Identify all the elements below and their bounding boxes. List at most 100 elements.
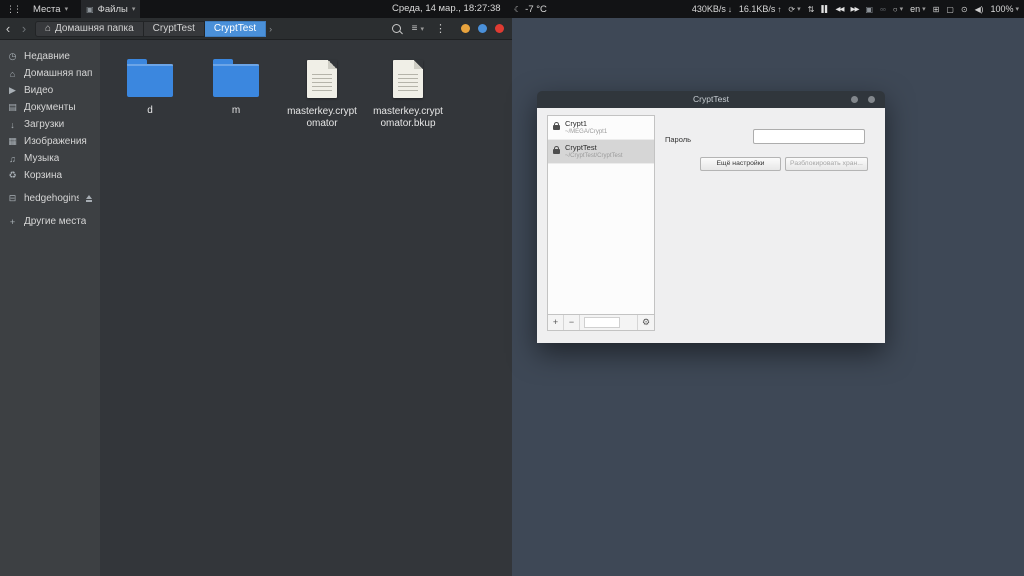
sidebar-item-home[interactable]: ⌂ Домашняя папка — [0, 65, 100, 82]
vault-list-spacer — [584, 317, 620, 328]
breadcrumb-home[interactable]: ⌂ Домашняя папка — [35, 21, 144, 37]
vault-list-toolbar: + − ⚙ — [547, 315, 655, 331]
sidebar-item-pictures[interactable]: ▦ Изображения — [0, 133, 100, 150]
file-item-masterkey-bkup[interactable]: masterkey.cryptomator.bkup — [372, 54, 444, 130]
refresh-indicator[interactable]: ⟳ ▾ — [788, 5, 800, 14]
tray-apps-icon[interactable]: ▫▫ — [880, 5, 886, 14]
display-settings-icon[interactable]: ▢ — [946, 5, 954, 14]
vault-path: ~/MEGA/Crypt1 — [565, 128, 651, 136]
download-arrow-icon: ↓ — [728, 5, 732, 14]
sidebar-item-label: Документы — [24, 102, 76, 113]
breadcrumb-parent-label: CryptTest — [153, 23, 195, 34]
places-menu[interactable]: Места ▾ — [28, 0, 73, 18]
net-down-value: 430KB/s — [692, 4, 726, 14]
close-button[interactable] — [868, 96, 875, 103]
screenshot-tool-icon[interactable]: ▣ — [866, 5, 874, 14]
cryptomator-body: Crypt1 ~/MEGA/Crypt1 CryptTest ~/CryptTe… — [537, 108, 885, 343]
vault-item-crypt1[interactable]: Crypt1 ~/MEGA/Crypt1 — [548, 116, 654, 140]
weather-widget[interactable]: ☾ -7 °C — [514, 0, 547, 18]
sidebar-item-other-locations[interactable]: + Другие места — [0, 213, 100, 230]
videos-icon: ▶ — [7, 85, 18, 96]
applications-grid-icon[interactable]: ⋮⋮ — [6, 4, 20, 15]
vault-name: CryptTest — [565, 143, 651, 152]
breadcrumb-current[interactable]: CryptTest — [205, 21, 266, 37]
file-item-folder-d[interactable]: d — [114, 54, 186, 117]
volume-indicator[interactable]: 100% ▾ — [990, 4, 1019, 14]
vault-item-crypttest[interactable]: CryptTest ~/CryptTest/CryptTest — [548, 140, 654, 164]
files-headerbar: ‹ › ⌂ Домашняя папка CryptTest CryptTest… — [0, 18, 512, 40]
sidebar-item-trash[interactable]: ♻ Корзина — [0, 167, 100, 184]
breadcrumb-home-label: Домашняя папка — [55, 23, 134, 34]
breadcrumb-current-label: CryptTest — [214, 23, 256, 34]
sidebar-item-videos[interactable]: ▶ Видео — [0, 82, 100, 99]
moon-icon: ☾ — [514, 5, 521, 14]
cryptomator-titlebar[interactable]: CryptTest — [537, 91, 885, 108]
sync-updown-icon[interactable]: ⇅ — [808, 5, 815, 14]
network-upload-indicator[interactable]: 16.1KB/s ↑ — [739, 4, 782, 14]
sidebar-item-music[interactable]: ♫ Музыка — [0, 150, 100, 167]
folder-icon — [127, 64, 173, 97]
sidebar-item-label: Домашняя папка — [24, 68, 93, 79]
sidebar-item-documents[interactable]: ▤ Документы — [0, 99, 100, 116]
unlock-vault-button[interactable]: Разблокировать хран... — [785, 157, 868, 171]
media-previous-button[interactable]: ◀◀ — [836, 5, 844, 13]
chevron-down-icon: ▾ — [797, 5, 801, 13]
chevron-down-icon: ▾ — [1015, 5, 1019, 13]
network-download-indicator[interactable]: 430KB/s ↓ — [692, 4, 732, 14]
file-item-folder-m[interactable]: m — [200, 54, 272, 117]
files-app-menu-label: Файлы — [98, 4, 128, 15]
breadcrumb-parent[interactable]: CryptTest — [144, 21, 205, 37]
media-next-button[interactable]: ▶▶ — [851, 5, 859, 13]
sidebar-item-mounted-drive[interactable]: ⊟ hedgehoginsp... — [0, 190, 100, 207]
file-item-masterkey[interactable]: masterkey.cryptomator — [286, 54, 358, 130]
keyring-icon[interactable]: ⊙ — [961, 5, 968, 14]
search-icon[interactable] — [392, 24, 401, 33]
home-icon: ⌂ — [7, 69, 18, 79]
files-app-icon: ▣ — [86, 5, 94, 14]
top-panel: ⋮⋮ Места ▾ ▣ Файлы ▾ Среда, 14 мар., 18:… — [0, 0, 1024, 18]
sidebar-item-label: Другие места — [24, 216, 86, 227]
breadcrumb: ⌂ Домашняя папка CryptTest CryptTest › — [35, 21, 272, 37]
maximize-button[interactable] — [478, 24, 487, 33]
window-menu-button[interactable]: ⋮ — [435, 22, 446, 35]
gear-icon[interactable]: ⚙ — [637, 315, 654, 330]
eject-icon[interactable] — [85, 195, 93, 202]
media-pause-button[interactable]: ▌▌ — [821, 6, 828, 13]
more-settings-button[interactable]: Ещё настройки — [700, 157, 781, 171]
password-label: Пароль — [665, 135, 691, 144]
document-icon — [307, 60, 337, 98]
window-title: CryptTest — [537, 91, 885, 108]
add-vault-button[interactable]: + — [548, 315, 564, 330]
back-button[interactable]: ‹ — [0, 19, 16, 39]
desktop: ⋮⋮ Места ▾ ▣ Файлы ▾ Среда, 14 мар., 18:… — [0, 0, 1024, 576]
remove-vault-button[interactable]: − — [564, 315, 580, 330]
minimize-button[interactable] — [461, 24, 470, 33]
keyboard-layout-indicator[interactable]: en ▾ — [910, 4, 926, 14]
file-name: d — [114, 105, 186, 117]
clock[interactable]: Среда, 14 мар., 18:27:38 — [392, 0, 501, 18]
speaker-icon[interactable]: ◀) — [975, 5, 984, 14]
close-button[interactable] — [495, 24, 504, 33]
sidebar-item-label: Музыка — [24, 153, 59, 164]
files-app-menu[interactable]: ▣ Файлы ▾ — [81, 0, 140, 18]
sidebar-item-downloads[interactable]: ↓ Загрузки — [0, 116, 100, 133]
net-up-value: 16.1KB/s — [739, 4, 776, 14]
downloads-icon: ↓ — [7, 120, 18, 130]
file-name: masterkey.cryptomator.bkup — [372, 106, 444, 130]
chevron-down-icon: ▾ — [922, 5, 926, 13]
status-indicator[interactable]: ○ ▾ — [893, 5, 903, 14]
plus-icon: + — [7, 217, 18, 227]
sidebar-item-label: Загрузки — [24, 119, 64, 130]
file-name: masterkey.cryptomator — [286, 106, 358, 130]
documents-icon: ▤ — [7, 102, 18, 113]
headerbar-actions: ≡ ▾ ⋮ — [392, 22, 512, 35]
view-toggle-button[interactable]: ≡ ▾ — [412, 23, 424, 34]
minimize-button[interactable] — [851, 96, 858, 103]
vault-list: Crypt1 ~/MEGA/Crypt1 CryptTest ~/CryptTe… — [547, 115, 655, 315]
vault-path: ~/CryptTest/CryptTest — [565, 152, 651, 160]
forward-button[interactable]: › — [16, 19, 32, 39]
workspace-grid-icon[interactable]: ⊞ — [933, 5, 940, 14]
password-input[interactable] — [753, 129, 865, 144]
chevron-down-icon: ▾ — [132, 5, 136, 13]
sidebar-item-recent[interactable]: ◷ Недавние — [0, 48, 100, 65]
